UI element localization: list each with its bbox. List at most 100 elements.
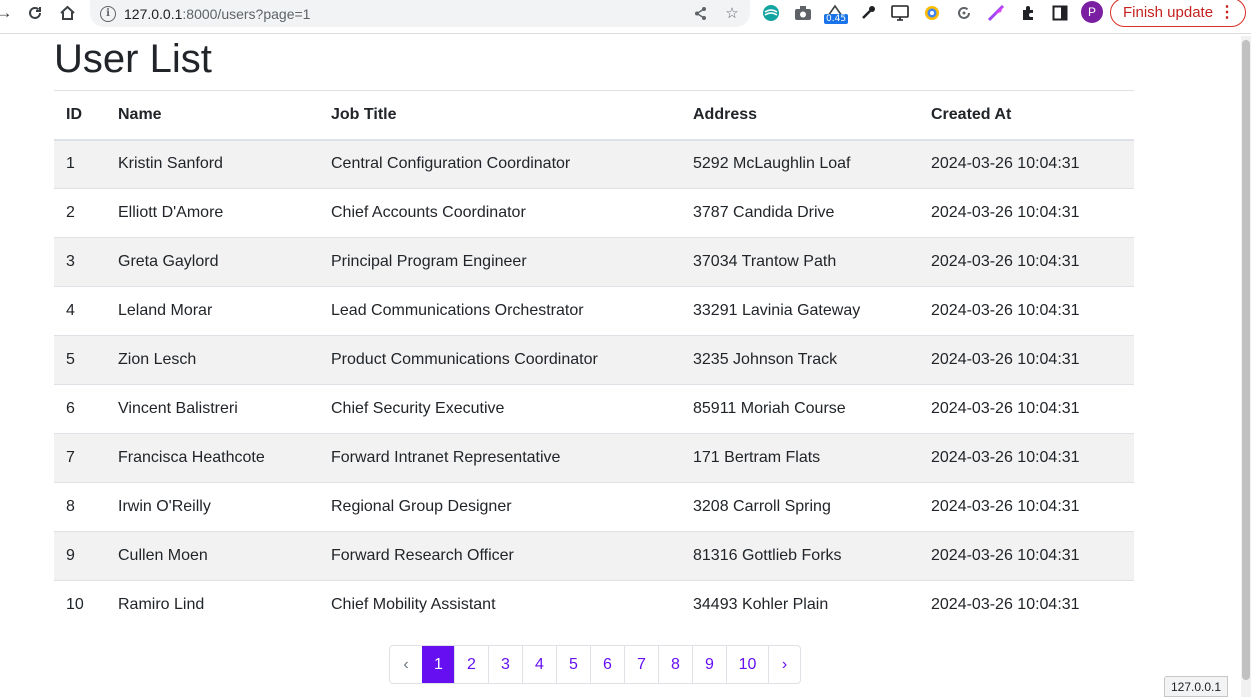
cell-address: 85911 Moriah Course <box>681 384 919 434</box>
page-link-4[interactable]: 4 <box>522 646 556 683</box>
cell-name: Francisca Heathcote <box>106 433 319 483</box>
cell-name: Greta Gaylord <box>106 237 319 287</box>
cell-created-at: 2024-03-26 10:04:31 <box>919 433 1134 483</box>
column-header-name: Name <box>106 90 319 141</box>
cell-created-at: 2024-03-26 10:04:31 <box>919 335 1134 385</box>
page-link-10[interactable]: 10 <box>726 646 768 683</box>
page-title: User List <box>54 37 212 81</box>
table-row: 9 Cullen Moen Forward Research Officer 8131… <box>54 531 1134 581</box>
cell-job-title: Regional Group Designer <box>319 482 681 532</box>
forward-icon[interactable]: → <box>0 2 16 24</box>
cell-created-at: 2024-03-26 10:04:31 <box>919 384 1134 434</box>
extension-swirl-icon[interactable] <box>760 2 782 24</box>
color-wheel-icon[interactable] <box>921 2 943 24</box>
table-row: 6 Vincent Balistreri Chief Security Execut… <box>54 384 1134 434</box>
cell-id: 9 <box>54 531 106 581</box>
cell-address: 33291 Lavinia Gateway <box>681 286 919 336</box>
cell-job-title: Central Configuration Coordinator <box>319 139 681 189</box>
home-icon[interactable] <box>55 2 79 24</box>
cell-name: Ramiro Lind <box>106 580 319 630</box>
column-header-id: ID <box>54 90 106 141</box>
cell-created-at: 2024-03-26 10:04:31 <box>919 531 1134 581</box>
cell-created-at: 2024-03-26 10:04:31 <box>919 237 1134 287</box>
profile-avatar[interactable]: P <box>1081 1 1103 23</box>
cell-job-title: Chief Security Executive <box>319 384 681 434</box>
bookmark-star-icon[interactable]: ☆ <box>722 3 742 23</box>
table-header-row: ID Name Job Title Address Created At <box>54 90 1134 141</box>
page-link-3[interactable]: 3 <box>488 646 522 683</box>
page-link-6[interactable]: 6 <box>590 646 624 683</box>
cell-address: 34493 Kohler Plain <box>681 580 919 630</box>
table-row: 5 Zion Lesch Product Communications Coordi… <box>54 335 1134 385</box>
share-icon[interactable] <box>690 3 710 23</box>
cell-created-at: 2024-03-26 10:04:31 <box>919 188 1134 238</box>
table-row: 10 Ramiro Lind Chief Mobility Assistant 344… <box>54 580 1134 630</box>
cell-job-title: Principal Program Engineer <box>319 237 681 287</box>
cell-address: 81316 Gottlieb Forks <box>681 531 919 581</box>
cell-name: Vincent Balistreri <box>106 384 319 434</box>
cell-created-at: 2024-03-26 10:04:31 <box>919 580 1134 630</box>
extensions-puzzle-icon[interactable] <box>1017 2 1039 24</box>
site-info-icon[interactable]: i <box>100 5 116 22</box>
cell-job-title: Chief Accounts Coordinator <box>319 188 681 238</box>
cell-address: 3787 Candida Drive <box>681 188 919 238</box>
cell-created-at: 2024-03-26 10:04:31 <box>919 482 1134 532</box>
cell-name: Kristin Sanford <box>106 139 319 189</box>
pagination-next[interactable]: › <box>768 646 800 683</box>
pagination-prev: ‹ <box>403 655 409 673</box>
table-row: 4 Leland Morar Lead Communications Orchest… <box>54 286 1134 336</box>
page-link-9[interactable]: 9 <box>692 646 726 683</box>
url-text[interactable]: 127.0.0.1:8000/users?page=1 <box>124 6 310 22</box>
cell-id: 6 <box>54 384 106 434</box>
cell-job-title: Lead Communications Orchestrator <box>319 286 681 336</box>
cell-job-title: Forward Intranet Representative <box>319 433 681 483</box>
table-row: 3 Greta Gaylord Principal Program Engineer… <box>54 237 1134 287</box>
reload-icon[interactable] <box>23 2 47 24</box>
status-bar-url: 127.0.0.1 <box>1164 676 1229 697</box>
refresh-extension-icon[interactable] <box>953 2 975 24</box>
table-body: 1 Kristin Sanford Central Configuration Co… <box>54 139 1134 630</box>
page-link-2[interactable]: 2 <box>454 646 488 683</box>
camera-icon[interactable] <box>792 2 814 24</box>
scrollbar-thumb[interactable] <box>1242 40 1250 680</box>
extension-badge: 0.45 <box>824 14 849 24</box>
browser-toolbar: → i 127.0.0.1:8000/users?page=1 ☆ 0.45 P… <box>0 0 1251 34</box>
page-link-8[interactable]: 8 <box>658 646 692 683</box>
cell-id: 4 <box>54 286 106 336</box>
pagination: ‹ 1 2 3 4 5 6 7 8 9 10 › <box>389 645 801 684</box>
cell-name: Zion Lesch <box>106 335 319 385</box>
cell-name: Elliott D'Amore <box>106 188 319 238</box>
cell-id: 1 <box>54 139 106 189</box>
cell-job-title: Chief Mobility Assistant <box>319 580 681 630</box>
screen-cast-icon[interactable] <box>889 2 911 24</box>
finish-update-button[interactable]: Finish update ⋮ <box>1110 0 1246 27</box>
finish-update-label: Finish update <box>1123 4 1214 21</box>
cell-address: 3208 Carroll Spring <box>681 482 919 532</box>
column-header-created-at: Created At <box>919 90 1134 141</box>
cell-created-at: 2024-03-26 10:04:31 <box>919 139 1134 189</box>
cell-address: 5292 McLaughlin Loaf <box>681 139 919 189</box>
side-panel-icon[interactable] <box>1049 2 1071 24</box>
page-link-5[interactable]: 5 <box>556 646 590 683</box>
page-link-1[interactable]: 1 <box>422 646 454 683</box>
cell-id: 2 <box>54 188 106 238</box>
column-header-address: Address <box>681 90 919 141</box>
cell-id: 3 <box>54 237 106 287</box>
cell-job-title: Product Communications Coordinator <box>319 335 681 385</box>
user-table: ID Name Job Title Address Created At 1 Kr… <box>54 90 1134 630</box>
eyedropper-icon[interactable] <box>857 2 879 24</box>
cell-name: Irwin O'Reilly <box>106 482 319 532</box>
table-row: 7 Francisca Heathcote Forward Intranet Rep… <box>54 433 1134 483</box>
feather-icon[interactable] <box>985 2 1007 24</box>
cell-id: 5 <box>54 335 106 385</box>
address-bar[interactable]: i 127.0.0.1:8000/users?page=1 ☆ <box>90 0 750 27</box>
cell-id: 8 <box>54 482 106 532</box>
cell-address: 171 Bertram Flats <box>681 433 919 483</box>
cell-name: Cullen Moen <box>106 531 319 581</box>
browser-menu-icon[interactable]: ⋮ <box>1219 2 1235 22</box>
cell-created-at: 2024-03-26 10:04:31 <box>919 286 1134 336</box>
page-link-7[interactable]: 7 <box>624 646 658 683</box>
cell-name: Leland Morar <box>106 286 319 336</box>
column-header-job-title: Job Title <box>319 90 681 141</box>
cell-address: 37034 Trantow Path <box>681 237 919 287</box>
